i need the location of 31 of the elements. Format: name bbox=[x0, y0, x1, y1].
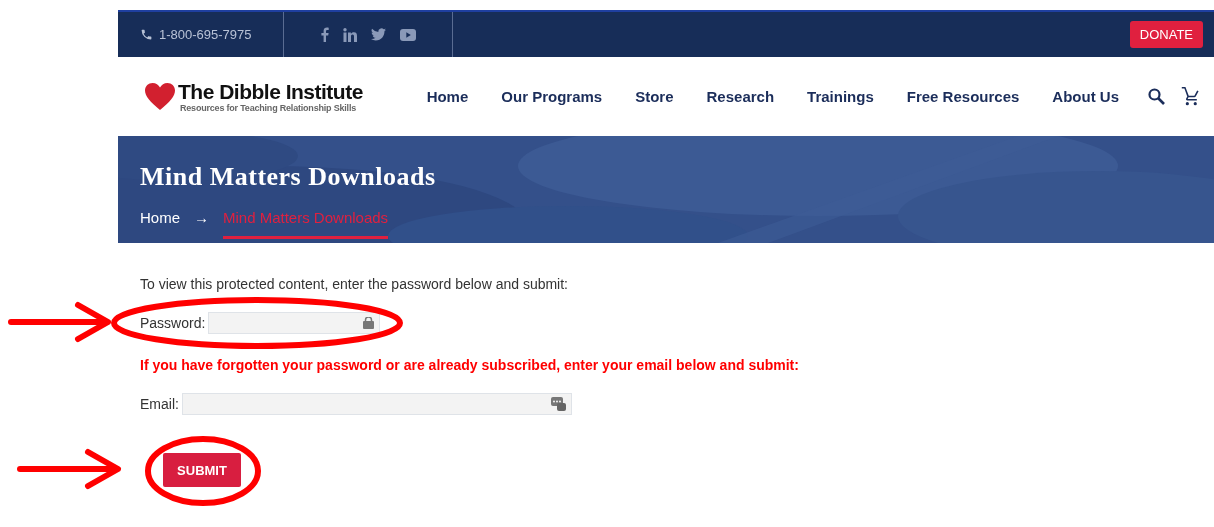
lock-icon bbox=[363, 317, 375, 329]
page-title: Mind Matters Downloads bbox=[140, 162, 437, 192]
logo-tagline: Resources for Teaching Relationship Skills bbox=[179, 102, 357, 113]
keypad-icon bbox=[550, 397, 566, 411]
facebook-icon[interactable] bbox=[320, 27, 329, 42]
nav-link[interactable]: Store bbox=[635, 88, 674, 105]
password-field[interactable] bbox=[208, 312, 381, 334]
video-play-icon[interactable] bbox=[400, 28, 416, 41]
heart-icon bbox=[145, 83, 175, 110]
field-label: Password: bbox=[140, 315, 206, 331]
submit-button[interactable]: SUBMIT bbox=[163, 453, 241, 487]
donate-button[interactable]: DONATE bbox=[1129, 21, 1203, 48]
nav-link[interactable]: Free Resources bbox=[906, 88, 1020, 105]
breadcrumb-separator: → bbox=[194, 209, 209, 226]
logo-name[interactable]: The Dibble Institute bbox=[178, 80, 363, 103]
notice-text: If you have forgotten your password or are already subscribed, enter your email below and submit: bbox=[140, 357, 800, 373]
phone-icon bbox=[140, 28, 153, 41]
linkedin-icon[interactable] bbox=[343, 27, 357, 42]
cart-icon[interactable] bbox=[1181, 87, 1200, 106]
nav-link[interactable]: Trainings bbox=[807, 88, 874, 105]
nav-link[interactable]: About Us bbox=[1052, 88, 1119, 105]
nav-link[interactable]: Home bbox=[426, 88, 469, 105]
field-label: Email: bbox=[140, 396, 179, 412]
search-icon[interactable] bbox=[1148, 88, 1165, 105]
phone-number: 1-800-695-7975 bbox=[159, 27, 252, 42]
nav-link[interactable]: Research bbox=[706, 88, 775, 105]
nav-link[interactable]: Our Programs bbox=[501, 88, 603, 105]
bird-icon[interactable] bbox=[371, 28, 386, 41]
instruction-text: To view this protected content, enter the password below and submit: bbox=[140, 276, 569, 292]
breadcrumb-link[interactable]: Home bbox=[140, 209, 180, 236]
email-field[interactable] bbox=[181, 393, 572, 415]
